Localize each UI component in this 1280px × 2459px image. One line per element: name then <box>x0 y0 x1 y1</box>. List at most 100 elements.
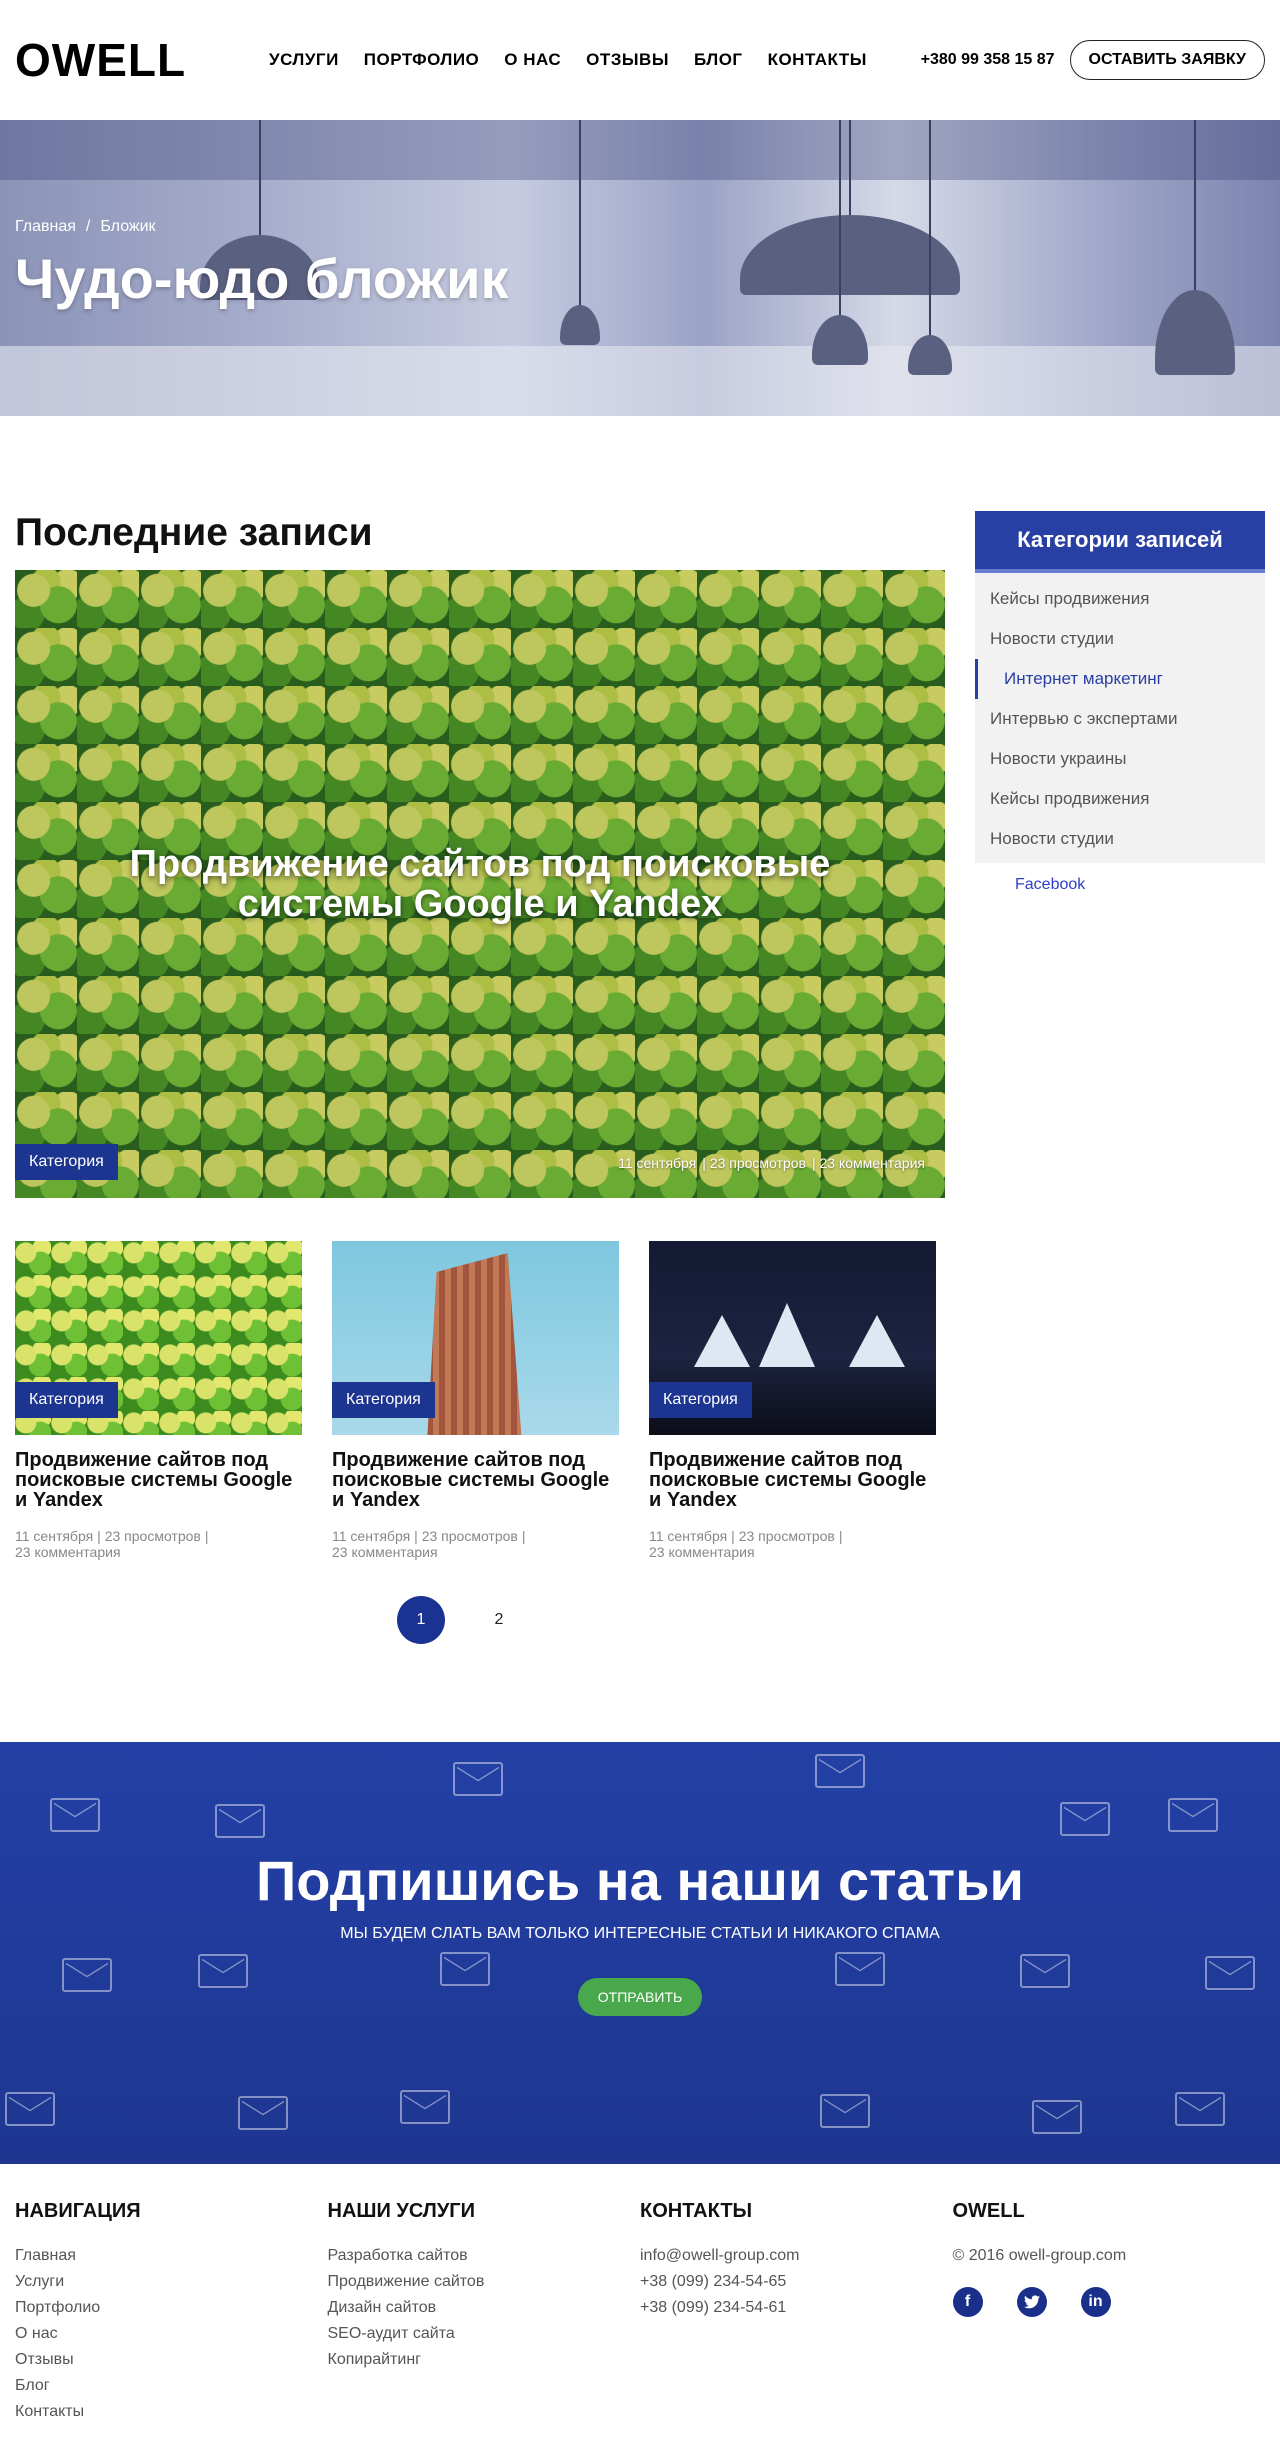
twitter-icon[interactable] <box>1016 2287 1047 2318</box>
subscribe-submit-button[interactable]: ОТПРАВИТЬ <box>577 1978 703 2017</box>
footer-link[interactable]: Блог <box>15 2373 328 2399</box>
post-card-image[interactable]: Категория <box>649 1241 936 1435</box>
post-card[interactable]: Категория Продвижение сайтов под поисков… <box>649 1241 936 1560</box>
post-card-title[interactable]: Продвижение сайтов под поисковые системы… <box>332 1450 619 1510</box>
nav-link-contacts[interactable]: КОНТАКТЫ <box>768 50 867 70</box>
footer-link[interactable]: Портфолио <box>15 2295 328 2321</box>
category-badge[interactable]: Категория <box>15 1382 118 1418</box>
footer-link[interactable]: Отзывы <box>15 2347 328 2373</box>
footer-link[interactable]: Услуги <box>15 2269 328 2295</box>
post-card-title[interactable]: Продвижение сайтов под поисковые системы… <box>15 1450 302 1510</box>
post-views: | 23 просмотров <box>414 1528 518 1544</box>
post-card[interactable]: Категория Продвижение сайтов под поисков… <box>332 1241 619 1560</box>
envelope-icon <box>835 1952 885 1987</box>
footer-link[interactable]: Разработка сайтов <box>328 2243 641 2269</box>
post-card-image[interactable]: Категория <box>332 1241 619 1435</box>
subscribe-section: Подпишись на наши статьи МЫ БУДЕМ СЛАТЬ … <box>0 1742 1280 2165</box>
nav-link-portfolio[interactable]: ПОРТФОЛИО <box>364 50 479 70</box>
leave-request-button[interactable]: ОСТАВИТЬ ЗАЯВКУ <box>1069 40 1265 80</box>
hero-banner: Главная / Бложик Чудо-юдо бложик <box>0 120 1280 416</box>
page-button-2[interactable]: 2 <box>475 1596 523 1644</box>
nav-link-about[interactable]: О НАС <box>504 50 561 70</box>
footer-contacts: КОНТАКТЫ info@owell-group.com +38 (099) … <box>640 2200 953 2456</box>
post-card-title[interactable]: Продвижение сайтов под поисковые системы… <box>649 1450 936 1510</box>
linkedin-icon[interactable]: in <box>1080 2287 1111 2318</box>
main-area: Последние записи Продвижение сайтов под … <box>0 511 1280 1645</box>
categories-list: Кейсы продвижения Новости студии Интерне… <box>975 573 1265 863</box>
logo[interactable]: OWELL <box>15 33 255 87</box>
envelope-icon <box>198 1954 248 1989</box>
footer-heading: OWELL <box>952 2200 1025 2223</box>
footer-link[interactable]: Контакты <box>15 2399 328 2425</box>
post-comments: 23 комментария <box>649 1544 755 1561</box>
post-date: 11 сентября <box>332 1528 411 1544</box>
subscribe-text: МЫ БУДЕМ СЛАТЬ ВАМ ТОЛЬКО ИНТЕРЕСНЫЕ СТА… <box>340 1925 940 1943</box>
footer-navigation: НАВИГАЦИЯ Главная Услуги Портфолио О нас… <box>15 2200 328 2456</box>
footer-link[interactable]: Главная <box>15 2243 328 2269</box>
footer-phone[interactable]: +38 (099) 234-54-61 <box>640 2295 953 2321</box>
footer-heading: НАШИ УСЛУГИ <box>327 2200 476 2223</box>
featured-post-title[interactable]: Продвижение сайтов под поисковые системы… <box>15 844 945 925</box>
facebook-link[interactable]: Facebook <box>975 876 1265 894</box>
post-card[interactable]: Категория Продвижение сайтов под поисков… <box>15 1241 302 1560</box>
nav-link-reviews[interactable]: ОТЗЫВЫ <box>586 50 669 70</box>
building-graphic <box>427 1253 522 1435</box>
featured-post[interactable]: Продвижение сайтов под поисковые системы… <box>15 570 945 1198</box>
envelope-icon <box>440 1952 490 1987</box>
page-button-1[interactable]: 1 <box>397 1596 445 1645</box>
breadcrumb-home[interactable]: Главная <box>15 218 76 236</box>
sidebar-item-internet-marketing[interactable]: Интернет маркетинг <box>975 659 1265 699</box>
sidebar-item-cases[interactable]: Кейсы продвижения <box>975 779 1265 819</box>
envelope-icon <box>50 1798 100 1833</box>
nav-link-blog[interactable]: БЛОГ <box>694 50 743 70</box>
post-views: | 23 просмотров <box>731 1528 835 1544</box>
hero-ceiling <box>0 120 1280 180</box>
footer-link[interactable]: SEO-аудит сайта <box>328 2321 641 2347</box>
featured-title-line: системы Google и Yandex <box>237 882 723 925</box>
category-badge[interactable]: Категория <box>15 1144 118 1180</box>
post-comments: | 23 комментария <box>811 1155 925 1171</box>
post-views: | 23 просмотров <box>97 1528 201 1544</box>
posts-content: Последние записи Продвижение сайтов под … <box>15 511 945 1645</box>
site-footer: НАВИГАЦИЯ Главная Услуги Портфолио О нас… <box>0 2164 1280 2456</box>
envelope-icon <box>62 1958 112 1993</box>
header-right: +380 99 358 15 87 ОСТАВИТЬ ЗАЯВКУ <box>921 40 1265 80</box>
post-card-image[interactable]: Категория <box>15 1241 302 1435</box>
category-badge[interactable]: Категория <box>649 1382 752 1418</box>
meta-separator: | <box>838 1528 843 1544</box>
page-title: Чудо-юдо бложик <box>15 247 509 310</box>
footer-link[interactable]: Продвижение сайтов <box>328 2269 641 2295</box>
sidebar-item-studio-news[interactable]: Новости студии <box>975 819 1265 859</box>
categories-sidebar: Категории записей Кейсы продвижения Ново… <box>975 511 1265 1644</box>
nav-link-services[interactable]: УСЛУГИ <box>269 50 339 70</box>
envelope-icon <box>1032 2100 1082 2135</box>
tent-graphic <box>759 1303 815 1367</box>
footer-link[interactable]: Копирайтинг <box>328 2347 641 2373</box>
footer-phone[interactable]: +38 (099) 234-54-65 <box>640 2269 953 2295</box>
footer-email[interactable]: info@owell-group.com <box>640 2243 953 2269</box>
category-badge[interactable]: Категория <box>332 1382 435 1418</box>
envelope-icon <box>1020 1954 1070 1989</box>
facebook-icon[interactable]: f <box>952 2287 983 2318</box>
post-comments: 23 комментария <box>332 1544 438 1561</box>
envelope-icon <box>1205 1956 1255 1991</box>
hero-floor <box>0 346 1280 416</box>
pagination: 1 2 <box>15 1596 945 1645</box>
header-phone[interactable]: +380 99 358 15 87 <box>921 51 1055 69</box>
footer-brand: OWELL © 2016 owell-group.com f in <box>952 2200 1266 2456</box>
subscribe-title: Подпишись на наши статьи <box>256 1849 1024 1913</box>
envelope-icon <box>1060 1802 1110 1837</box>
footer-link[interactable]: Дизайн сайтов <box>328 2295 641 2321</box>
sidebar-item-interviews[interactable]: Интервью с экспертами <box>975 699 1265 739</box>
footer-link[interactable]: О нас <box>15 2321 328 2347</box>
post-comments: 23 комментария <box>15 1544 121 1561</box>
post-cards: Категория Продвижение сайтов под поисков… <box>15 1241 945 1560</box>
sidebar-item-ukraine-news[interactable]: Новости украины <box>975 739 1265 779</box>
envelope-icon <box>5 2092 55 2127</box>
post-card-meta: 11 сентября | 23 просмотров | 23 комментар… <box>15 1528 302 1560</box>
sidebar-item-cases[interactable]: Кейсы продвижения <box>975 579 1265 619</box>
post-date: 11 сентября <box>618 1155 697 1171</box>
section-title: Последние записи <box>15 511 373 554</box>
sidebar-item-studio-news[interactable]: Новости студии <box>975 619 1265 659</box>
featured-post-meta: 11 сентября | 23 просмотров | 23 коммент… <box>618 1155 925 1171</box>
